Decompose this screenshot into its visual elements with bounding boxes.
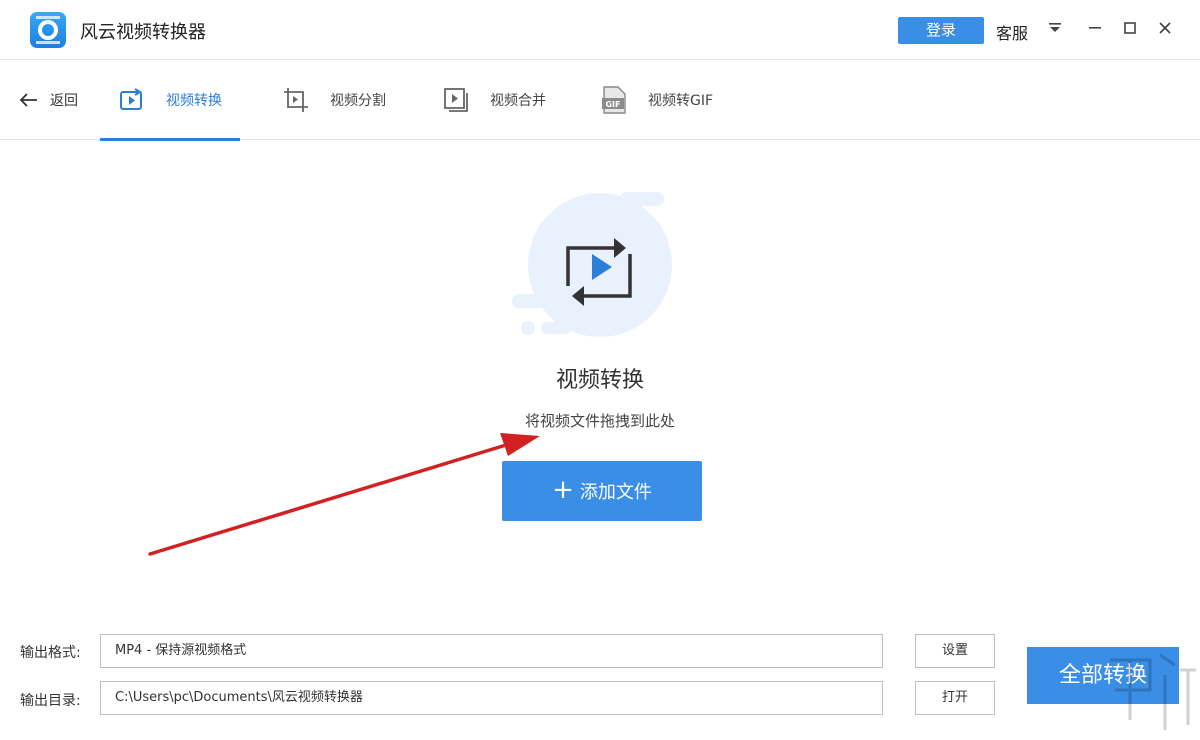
tab-label: 视频合并: [490, 93, 546, 109]
output-dir-label: 输出目录:: [20, 693, 81, 709]
watermark-logo-icon: [1110, 653, 1196, 730]
merge-icon: [444, 88, 468, 112]
dropzone-title: 视频转换: [555, 368, 644, 393]
support-link[interactable]: 客服: [996, 20, 1028, 44]
back-label: 返回: [50, 93, 78, 109]
crop-icon: [284, 88, 308, 112]
dropzone-hint: 将视频文件拖拽到此处: [524, 412, 675, 430]
title-bar: 风云视频转换器 登录 客服: [0, 0, 1200, 60]
settings-button[interactable]: 设置: [915, 634, 995, 668]
tab-label: 视频分割: [330, 93, 386, 109]
add-file-button[interactable]: + 添加文件: [502, 461, 702, 521]
tool-tab-bar: 返回 视频转换 视频分割 视频合并 GIF 视频转GIF: [0, 60, 1200, 141]
output-format-field[interactable]: MP4 - 保持源视频格式: [100, 634, 883, 668]
arrow-left-icon: [19, 93, 37, 107]
tab-video-split[interactable]: 视频分割: [282, 60, 386, 140]
minimize-icon[interactable]: [1082, 14, 1108, 42]
maximize-icon[interactable]: [1117, 14, 1143, 42]
open-folder-button[interactable]: 打开: [915, 681, 995, 715]
back-button[interactable]: 返回: [18, 88, 78, 112]
output-format-label: 输出格式:: [20, 645, 81, 661]
app-logo-icon: [30, 12, 66, 48]
output-dir-field[interactable]: C:\Users\pc\Documents\风云视频转换器: [100, 681, 883, 715]
add-file-label: 添加文件: [579, 482, 652, 503]
video-convert-illustration-icon: [512, 192, 672, 337]
convert-icon: [120, 88, 142, 110]
plus-icon: +: [552, 474, 574, 505]
close-icon[interactable]: [1152, 14, 1178, 42]
tab-label: 视频转换: [166, 93, 222, 109]
dropdown-menu-icon[interactable]: [1042, 14, 1068, 42]
tab-video-to-gif[interactable]: GIF 视频转GIF: [600, 60, 713, 140]
login-button[interactable]: 登录: [898, 17, 984, 44]
app-title: 风云视频转换器: [80, 22, 206, 43]
tab-video-merge[interactable]: 视频合并: [442, 60, 546, 140]
tab-video-convert[interactable]: 视频转换: [100, 60, 240, 141]
gif-icon: GIF: [602, 86, 626, 114]
tab-label: 视频转GIF: [648, 93, 714, 109]
svg-text:GIF: GIF: [605, 100, 620, 109]
app-window: 风云视频转换器 登录 客服 返回 视频转换 视频分割 视频合并 GIF 视频转G…: [0, 0, 1200, 740]
